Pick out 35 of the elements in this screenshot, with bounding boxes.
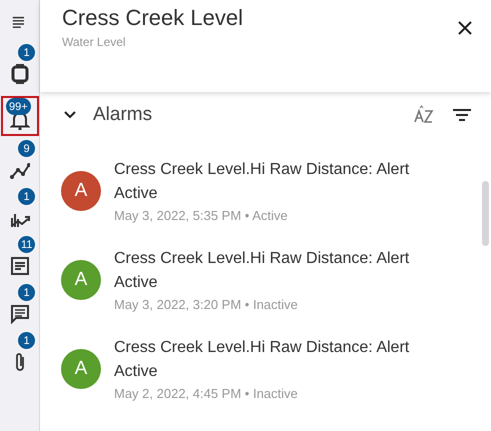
- alarm-time-status: May 2, 2022, 4:45 PM • Inactive: [114, 386, 299, 401]
- alarm-time-status: May 3, 2022, 5:35 PM • Active: [114, 208, 289, 223]
- avatar: A: [61, 348, 101, 388]
- alarm-title[interactable]: Cress Creek Level.Hi Raw Distance: Alert Active: [114, 247, 420, 295]
- alarm-title[interactable]: Cress Creek Level.Hi Raw Distance: Alert Active: [114, 158, 420, 206]
- chevron-down-icon[interactable]: [64, 111, 76, 119]
- count-badge: 9: [18, 140, 35, 157]
- filter-icon[interactable]: [453, 108, 471, 122]
- sidebar-item[interactable]: 1: [1, 332, 39, 376]
- count-badge: 1: [18, 284, 35, 301]
- sidebar-item[interactable]: 9: [1, 140, 39, 184]
- count-badge: 1: [18, 44, 35, 61]
- sidebar-item[interactable]: 1: [1, 188, 39, 232]
- count-badge: 11: [18, 236, 36, 253]
- comment-icon: [10, 304, 30, 324]
- sidebar-item[interactable]: 1: [1, 284, 39, 328]
- avatar: A: [61, 170, 101, 210]
- avatar: A: [61, 260, 101, 300]
- close-icon[interactable]: [457, 20, 473, 36]
- alarm-time-status: May 3, 2022, 3:20 PM • Inactive: [114, 297, 299, 312]
- device-icon: [10, 64, 30, 84]
- panel-title: Cress Creek Level: [62, 5, 243, 31]
- count-badge: 1: [18, 332, 35, 349]
- trend-line-icon: [10, 160, 30, 180]
- document-icon: [10, 256, 30, 276]
- sidebar-item[interactable]: 11: [1, 236, 39, 280]
- sort-icon[interactable]: [413, 105, 435, 125]
- sidebar-item[interactable]: 1: [1, 44, 39, 88]
- panel-subtitle: Water Level: [62, 35, 127, 49]
- count-badge: 1: [18, 188, 35, 205]
- scrollbar[interactable]: [482, 181, 489, 246]
- count-badge: 99+: [6, 98, 31, 115]
- section-title: Alarms: [93, 104, 154, 126]
- alarm-title[interactable]: Cress Creek Level.Hi Raw Distance: Alert Active: [114, 336, 420, 384]
- sidebar-item[interactable]: 99+: [1, 96, 39, 136]
